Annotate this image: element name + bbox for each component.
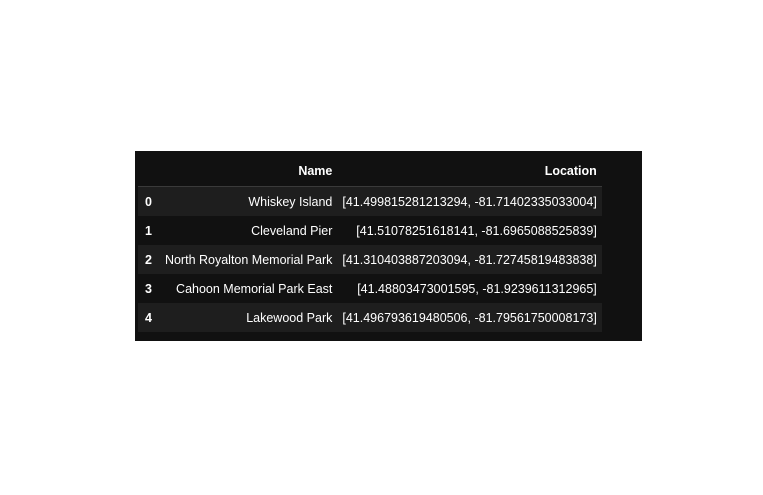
- table-row: 1 Cleveland Pier [41.51078251618141, -81…: [138, 216, 602, 245]
- column-header-name: Name: [298, 164, 333, 178]
- name-cell: Lakewood Park: [246, 310, 333, 325]
- index-header: [138, 156, 160, 187]
- row-index: 3: [145, 281, 152, 296]
- location-cell: [41.48803473001595, -81.9239611312965]: [357, 281, 597, 296]
- name-cell: Cleveland Pier: [251, 223, 333, 238]
- table-row: 2 North Royalton Memorial Park [41.31040…: [138, 245, 602, 274]
- location-cell: [41.499815281213294, -81.71402335033004]: [342, 194, 597, 209]
- row-index: 4: [145, 310, 152, 325]
- header-row: Name Location: [138, 156, 602, 187]
- location-cell: [41.496793619480506, -81.79561750008173]: [342, 310, 597, 325]
- column-header-location: Location: [544, 164, 597, 178]
- name-cell: North Royalton Memorial Park: [164, 252, 333, 267]
- location-cell: [41.310403887203094, -81.72745819483838]: [342, 252, 597, 267]
- table-row: 4 Lakewood Park [41.496793619480506, -81…: [138, 303, 602, 332]
- row-index: 0: [145, 194, 152, 209]
- dataframe-output: Name Location 0 Whiskey Island [41.49981…: [135, 151, 642, 341]
- table-row: 3 Cahoon Memorial Park East [41.48803473…: [138, 274, 602, 303]
- table-row: 0 Whiskey Island [41.499815281213294, -8…: [138, 186, 602, 216]
- row-index: 1: [145, 223, 152, 238]
- name-cell: Whiskey Island: [248, 194, 333, 209]
- dataframe-table: Name Location 0 Whiskey Island [41.49981…: [138, 156, 602, 332]
- row-index: 2: [145, 252, 152, 267]
- location-cell: [41.51078251618141, -81.6965088525839]: [356, 223, 597, 238]
- name-cell: Cahoon Memorial Park East: [176, 281, 333, 296]
